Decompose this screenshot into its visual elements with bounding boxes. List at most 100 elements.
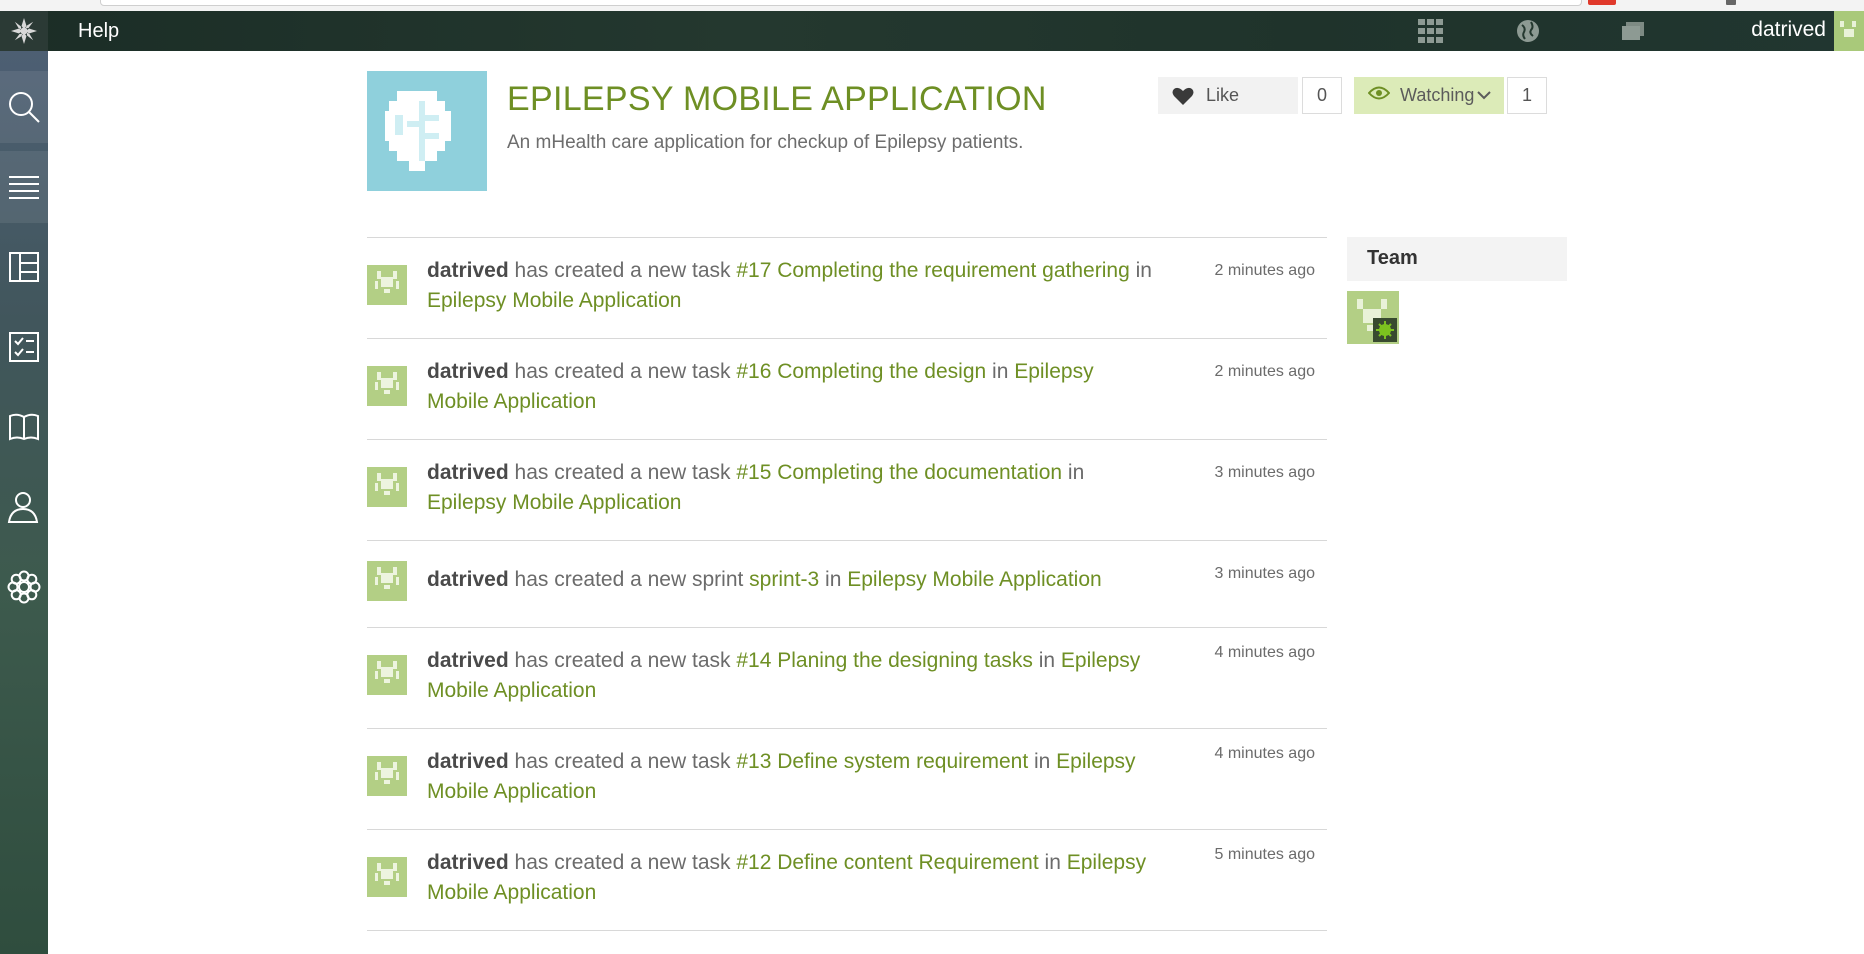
user-avatar[interactable] bbox=[367, 366, 407, 406]
timeline-action: has created a new task bbox=[508, 259, 737, 282]
help-link[interactable]: Help bbox=[78, 20, 119, 43]
wiki-book-icon bbox=[8, 411, 40, 443]
timeline-row: datrived has created a new task #14 Plan… bbox=[367, 627, 1327, 728]
timeline-user[interactable]: datrived bbox=[427, 461, 509, 484]
sidebar-item-settings[interactable] bbox=[0, 551, 48, 623]
timeline-item-link[interactable]: #13 Define system requirement bbox=[736, 750, 1028, 773]
watch-button[interactable]: Watching bbox=[1354, 77, 1504, 114]
timeline-item-link[interactable]: sprint-3 bbox=[749, 568, 819, 591]
settings-icon bbox=[7, 570, 41, 604]
timeline-timestamp: 4 minutes ago bbox=[1214, 644, 1315, 661]
user-avatar[interactable] bbox=[1834, 11, 1864, 51]
timeline-row: datrived has created a new task #17 Comp… bbox=[367, 237, 1327, 338]
eye-icon bbox=[1367, 85, 1391, 106]
timeline-in: in bbox=[819, 568, 848, 591]
timeline-row: datrived has created a new sprint sprint… bbox=[367, 540, 1327, 627]
identicon-icon bbox=[371, 267, 403, 304]
user-avatar[interactable] bbox=[367, 655, 407, 695]
timeline-action: has created a new task bbox=[508, 750, 737, 773]
timeline-timestamp: 3 minutes ago bbox=[1214, 464, 1315, 481]
timeline-item-link[interactable]: #14 Planing the designing tasks bbox=[736, 649, 1033, 672]
timeline-row: datrived has created a new task #15 Comp… bbox=[367, 439, 1327, 540]
sidebar-item-menu[interactable] bbox=[0, 151, 48, 223]
sidebar-item-wiki[interactable] bbox=[0, 391, 48, 463]
timeline-user[interactable]: datrived bbox=[427, 851, 509, 874]
timeline-in: in bbox=[1028, 750, 1057, 773]
timeline-timestamp: 5 minutes ago bbox=[1214, 846, 1315, 863]
timeline-in: in bbox=[1032, 649, 1061, 672]
star-logo-icon[interactable] bbox=[0, 11, 48, 51]
sidebar-item-tasks[interactable] bbox=[0, 311, 48, 383]
timeline-action: has created a new task bbox=[508, 649, 737, 672]
project-logo bbox=[367, 71, 487, 191]
timeline-project-link[interactable]: Epilepsy Mobile Application bbox=[427, 491, 681, 514]
sidebar-item-search[interactable] bbox=[0, 71, 48, 143]
sidebar-item-team[interactable] bbox=[0, 471, 48, 543]
identicon-icon bbox=[371, 657, 403, 694]
identicon-icon bbox=[371, 758, 403, 795]
admin-badge-icon bbox=[1373, 318, 1397, 342]
timeline-project-link[interactable]: Epilepsy Mobile Application bbox=[847, 568, 1101, 591]
timeline-action: has created a new task bbox=[508, 360, 737, 383]
user-avatar[interactable] bbox=[367, 756, 407, 796]
heart-icon bbox=[1172, 86, 1194, 106]
timeline-action: has created a new task bbox=[508, 461, 737, 484]
timeline-in: in bbox=[986, 360, 1015, 383]
identicon-icon bbox=[371, 469, 403, 506]
timeline-timestamp: 3 minutes ago bbox=[1214, 565, 1315, 582]
browser-address-strip bbox=[0, 0, 1864, 11]
address-bar[interactable] bbox=[100, 0, 1582, 6]
timeline-text: datrived has created a new task #12 Defi… bbox=[427, 848, 1157, 908]
timeline-divider bbox=[367, 930, 1327, 931]
kanban-icon bbox=[8, 251, 40, 283]
timeline-timestamp: 2 minutes ago bbox=[1214, 363, 1315, 380]
folders-icon[interactable] bbox=[1620, 19, 1648, 43]
sidebar-item-kanban[interactable] bbox=[0, 231, 48, 303]
timeline-row: datrived has created a new task #13 Defi… bbox=[367, 728, 1327, 829]
new-badge bbox=[1588, 0, 1616, 5]
like-button[interactable]: Like bbox=[1158, 77, 1298, 114]
user-menu-name[interactable]: datrived bbox=[1751, 18, 1826, 42]
top-navbar: Help datrived bbox=[0, 11, 1864, 51]
timeline-project-link[interactable]: Epilepsy Mobile Application bbox=[427, 289, 681, 312]
apps-grid-icon[interactable] bbox=[1416, 19, 1444, 43]
extension-icon[interactable] bbox=[1726, 0, 1736, 5]
identicon-icon bbox=[371, 368, 403, 405]
user-avatar[interactable] bbox=[367, 561, 407, 601]
timeline-row: datrived has created a new task #16 Comp… bbox=[367, 338, 1327, 439]
timeline-timestamp: 2 minutes ago bbox=[1214, 262, 1315, 279]
timeline-user[interactable]: datrived bbox=[427, 568, 509, 591]
globe-icon[interactable] bbox=[1514, 19, 1542, 43]
watch-count: 1 bbox=[1507, 77, 1547, 114]
user-avatar[interactable] bbox=[367, 467, 407, 507]
left-sidebar bbox=[0, 51, 48, 954]
timeline-text: datrived has created a new task #16 Comp… bbox=[427, 357, 1157, 417]
tasks-icon bbox=[8, 331, 40, 363]
search-icon bbox=[7, 90, 41, 124]
timeline-user[interactable]: datrived bbox=[427, 649, 509, 672]
timeline-item-link[interactable]: #17 Completing the requirement gathering bbox=[736, 259, 1129, 282]
timeline-text: datrived has created a new task #17 Comp… bbox=[427, 256, 1157, 316]
user-avatar[interactable] bbox=[367, 265, 407, 305]
team-icon bbox=[7, 490, 41, 524]
user-avatar[interactable] bbox=[367, 857, 407, 897]
like-label: Like bbox=[1206, 85, 1240, 105]
timeline-user[interactable]: datrived bbox=[427, 259, 509, 282]
identicon-icon bbox=[371, 859, 403, 896]
timeline-user[interactable]: datrived bbox=[427, 750, 509, 773]
timeline-item-link[interactable]: #16 Completing the design bbox=[736, 360, 986, 383]
like-count: 0 bbox=[1302, 77, 1342, 114]
timeline-timestamp: 4 minutes ago bbox=[1214, 745, 1315, 762]
timeline-row: datrived has created a new task #12 Defi… bbox=[367, 829, 1327, 930]
timeline-action: has created a new task bbox=[508, 851, 737, 874]
timeline-item-link[interactable]: #15 Completing the documentation bbox=[736, 461, 1062, 484]
timeline-item-link[interactable]: #12 Define content Requirement bbox=[736, 851, 1038, 874]
menu-icon bbox=[8, 171, 40, 203]
chevron-down-icon bbox=[1476, 85, 1492, 106]
team-member-avatar[interactable] bbox=[1347, 291, 1399, 344]
timeline-user[interactable]: datrived bbox=[427, 360, 509, 383]
project-description: An mHealth care application for checkup … bbox=[507, 132, 1024, 153]
timeline-text: datrived has created a new sprint sprint… bbox=[427, 565, 1157, 595]
timeline-text: datrived has created a new task #14 Plan… bbox=[427, 646, 1157, 706]
timeline-action: has created a new sprint bbox=[508, 568, 750, 591]
